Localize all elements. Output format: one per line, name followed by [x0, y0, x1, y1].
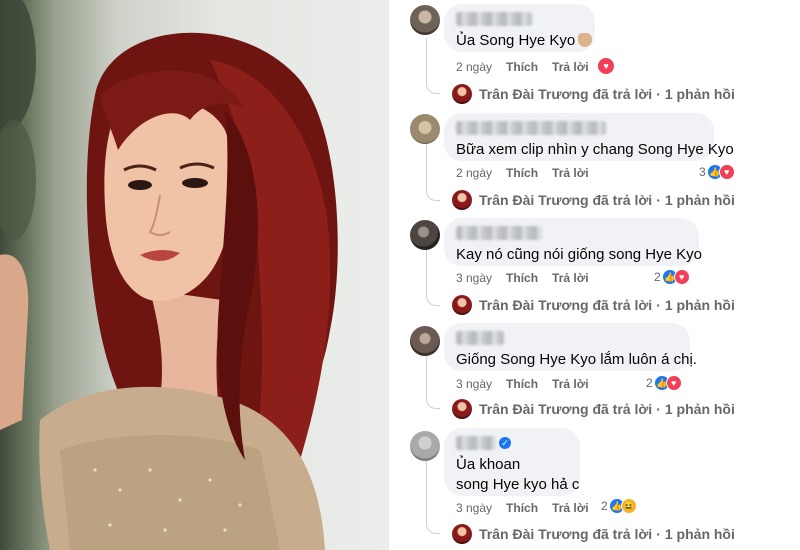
timestamp[interactable]: 2 ngày: [456, 166, 492, 180]
comment-actions: 2 ngày Thích Trả lời: [456, 59, 589, 75]
reply-author-avatar: [452, 295, 472, 315]
reaction-summary[interactable]: 2 👍 ♥: [654, 269, 690, 285]
reaction-summary[interactable]: 2 👍 ♥: [646, 375, 682, 391]
reply-author-text: Trân Đài Trương đã trả lời: [479, 86, 653, 102]
thread-connector: [426, 144, 440, 201]
avatar[interactable]: [410, 431, 440, 461]
reply-author-text: Trân Đài Trương đã trả lời: [479, 192, 653, 208]
reply-count: 1 phản hồi: [664, 86, 735, 102]
reaction-summary[interactable]: 2 👍 😆: [601, 498, 637, 514]
avatar[interactable]: [410, 114, 440, 144]
thread-connector: [426, 250, 440, 306]
portrait-photo: [0, 0, 389, 550]
comment-actions: 2 ngày Thích Trả lời: [456, 165, 589, 181]
commenter-name-blurred: [456, 121, 606, 135]
timestamp[interactable]: 3 ngày: [456, 271, 492, 285]
reaction-count: 2: [654, 270, 661, 284]
timestamp[interactable]: 3 ngày: [456, 501, 492, 515]
comment-text-line-2: song Hye kyo hả c: [456, 476, 580, 493]
reaction-count: 2: [646, 376, 653, 390]
reply-author-text: Trân Đài Trương đã trả lời: [479, 401, 653, 417]
reply-button[interactable]: Trả lời: [552, 501, 589, 515]
portrait-illustration: [0, 0, 338, 550]
comment-text: Bữa xem clip nhìn y chang Song Hye Kyo: [456, 141, 734, 158]
reply-button[interactable]: Trả lời: [552, 166, 589, 180]
reaction-summary[interactable]: 3 👍 ♥: [699, 164, 735, 180]
love-reaction-icon: ♥: [597, 57, 615, 75]
reaction-count: 3: [699, 165, 706, 179]
divider: [389, 0, 396, 550]
reaction-count: 2: [601, 499, 608, 513]
comment-text-line-1: Ủa khoan: [456, 456, 521, 473]
view-replies-link[interactable]: Trân Đài Trương đã trả lời · 1 phản hồi: [452, 294, 735, 316]
view-replies-link[interactable]: Trân Đài Trương đã trả lời · 1 phản hồi: [452, 83, 735, 105]
comment-bubble: Kay nó cũng nói giống song Hye Kyo: [444, 218, 702, 266]
like-button[interactable]: Thích: [506, 271, 538, 285]
view-replies-link[interactable]: Trân Đài Trương đã trả lời · 1 phản hồi: [452, 189, 735, 211]
thread-connector: [426, 461, 440, 534]
avatar[interactable]: [410, 5, 440, 35]
separator-dot: ·: [656, 526, 661, 542]
comment-bubble: Bữa xem clip nhìn y chang Song Hye Kyo: [444, 113, 734, 161]
haha-reaction-icon: 😆: [620, 498, 637, 514]
comment-text: Kay nó cũng nói giống song Hye Kyo: [456, 246, 702, 263]
timestamp[interactable]: 3 ngày: [456, 377, 492, 391]
commenter-name-row: ✓: [456, 436, 568, 450]
separator-dot: ·: [656, 192, 661, 208]
view-replies-link[interactable]: Trân Đài Trương đã trả lời · 1 phản hồi: [452, 523, 735, 545]
reply-author-text: Trân Đài Trương đã trả lời: [479, 526, 653, 542]
love-reaction-icon: ♥: [673, 269, 690, 285]
commenter-name-blurred: [456, 436, 496, 450]
separator-dot: ·: [656, 401, 661, 417]
reply-author-avatar: [452, 190, 472, 210]
separator-dot: ·: [656, 86, 661, 102]
like-button[interactable]: Thích: [506, 60, 538, 74]
comments-panel: Ủa Song Hye Kyo 2 ngày Thích Trả lời ♥ T…: [396, 0, 800, 550]
comment-actions: 3 ngày Thích Trả lời: [456, 500, 589, 516]
comment-actions: 3 ngày Thích Trả lời: [456, 376, 589, 392]
like-button[interactable]: Thích: [506, 166, 538, 180]
verified-badge-icon: ✓: [499, 437, 511, 449]
comment-text: Ủa Song Hye Kyo: [456, 31, 593, 51]
reply-count: 1 phản hồi: [664, 526, 735, 542]
comment-text: Giống Song Hye Kyo lắm luôn á chị.: [456, 351, 697, 368]
reply-author-avatar: [452, 399, 472, 419]
love-reaction-icon: ♥: [665, 375, 682, 391]
reply-count: 1 phản hồi: [664, 192, 735, 208]
thread-connector: [426, 38, 440, 94]
reply-count: 1 phản hồi: [664, 297, 735, 313]
love-reaction-icon: ♥: [718, 164, 735, 180]
view-replies-link[interactable]: Trân Đài Trương đã trả lời · 1 phản hồi: [452, 398, 735, 420]
timestamp[interactable]: 2 ngày: [456, 60, 492, 74]
avatar[interactable]: [410, 326, 440, 356]
reply-author-text: Trân Đài Trương đã trả lời: [479, 297, 653, 313]
like-button[interactable]: Thích: [506, 501, 538, 515]
thread-connector: [426, 356, 440, 409]
reply-author-avatar: [452, 524, 472, 544]
comment-bubble: Giống Song Hye Kyo lắm luôn á chị.: [444, 323, 697, 371]
reply-author-avatar: [452, 84, 472, 104]
reply-button[interactable]: Trả lời: [552, 60, 589, 74]
hand-emoji-icon: [578, 33, 593, 47]
like-button[interactable]: Thích: [506, 377, 538, 391]
reply-button[interactable]: Trả lời: [552, 377, 589, 391]
comment-bubble: ✓ Ủa khoan song Hye kyo hả c: [444, 428, 580, 496]
reply-count: 1 phản hồi: [664, 401, 735, 417]
commenter-name-blurred: [456, 226, 542, 240]
comment-actions: 3 ngày Thích Trả lời: [456, 270, 589, 286]
reply-button[interactable]: Trả lời: [552, 271, 589, 285]
commenter-name-blurred: [456, 331, 504, 345]
reaction-summary[interactable]: ♥: [597, 57, 615, 75]
avatar[interactable]: [410, 220, 440, 250]
separator-dot: ·: [656, 297, 661, 313]
commenter-name-blurred: [456, 12, 532, 26]
comment-bubble: Ủa Song Hye Kyo: [444, 4, 595, 52]
